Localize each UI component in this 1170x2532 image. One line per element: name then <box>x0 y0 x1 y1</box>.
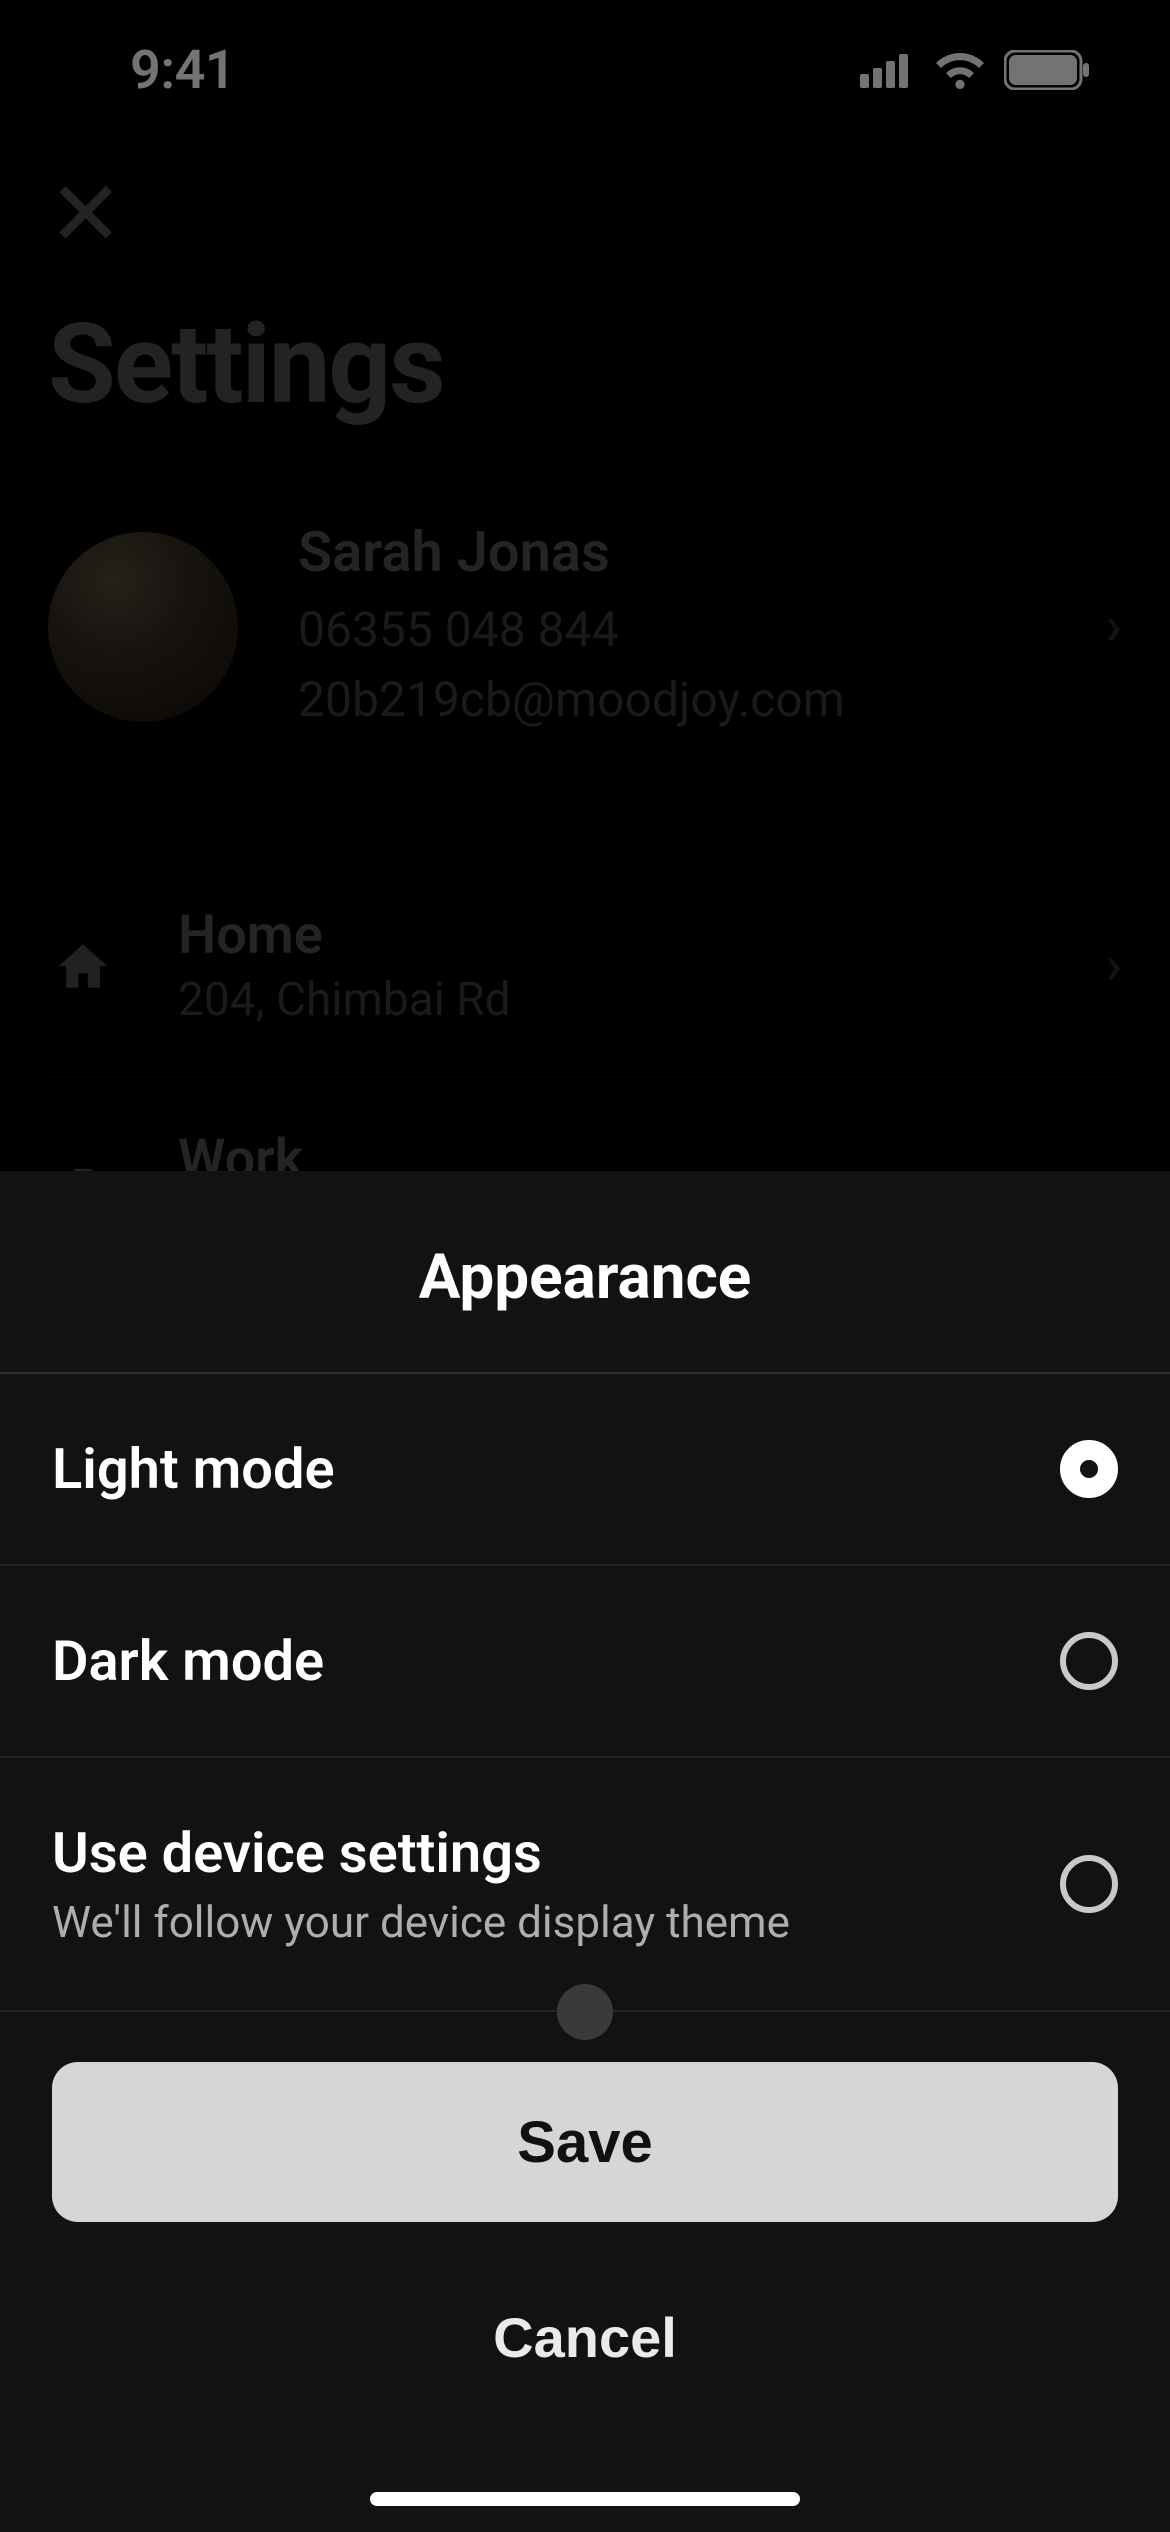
option-label: Light mode <box>52 1436 335 1502</box>
radio-selected-icon[interactable] <box>1060 1440 1118 1498</box>
option-sublabel: We'll follow your device display theme <box>52 1896 790 1948</box>
save-button[interactable]: Save <box>52 2062 1118 2222</box>
option-label: Dark mode <box>52 1628 324 1694</box>
home-indicator[interactable] <box>370 2492 800 2506</box>
option-light-mode[interactable]: Light mode <box>0 1374 1170 1566</box>
touch-indicator <box>557 1984 613 2040</box>
radio-unselected-icon[interactable] <box>1060 1632 1118 1690</box>
sheet-title: Appearance <box>0 1241 1170 1314</box>
option-device-settings[interactable]: Use device settings We'll follow your de… <box>0 1758 1170 2012</box>
appearance-sheet: Appearance Light mode Dark mode Use devi… <box>0 1171 1170 2532</box>
cancel-button[interactable]: Cancel <box>52 2262 1118 2412</box>
option-dark-mode[interactable]: Dark mode <box>0 1566 1170 1758</box>
sheet-header: Appearance <box>0 1171 1170 1374</box>
option-label: Use device settings <box>52 1820 790 1886</box>
radio-unselected-icon[interactable] <box>1060 1855 1118 1913</box>
